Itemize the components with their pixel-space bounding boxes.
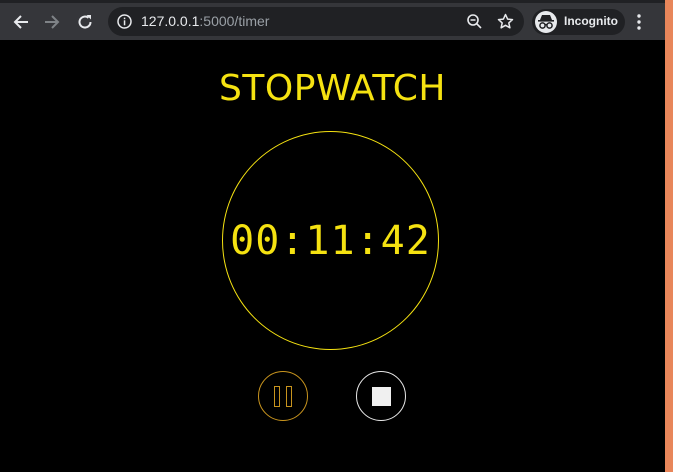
pause-button[interactable] [258, 371, 308, 421]
reload-icon [78, 15, 92, 29]
reload-button[interactable] [73, 10, 97, 34]
url-path: :5000/timer [199, 13, 270, 29]
browser-toolbar: 127.0.0.1:5000/timer Incognito [0, 0, 665, 40]
browser-window: 127.0.0.1:5000/timer Incognito STOPWATCH… [0, 0, 665, 472]
forward-button[interactable] [40, 10, 64, 34]
back-arrow-icon [13, 15, 28, 29]
elapsed-time-display: 00:11:42 [230, 218, 431, 264]
forward-arrow-icon [45, 15, 60, 29]
address-bar[interactable]: 127.0.0.1:5000/timer [108, 7, 524, 36]
kebab-menu-icon [637, 14, 641, 30]
url-text[interactable]: 127.0.0.1:5000/timer [141, 13, 269, 29]
incognito-icon [535, 11, 557, 33]
browser-menu-button[interactable] [636, 13, 642, 36]
profile-label: Incognito [564, 14, 618, 28]
back-button[interactable] [9, 10, 33, 34]
star-icon[interactable] [497, 13, 514, 30]
incognito-profile-button[interactable]: Incognito [532, 9, 625, 35]
stop-icon [372, 387, 391, 406]
zoom-out-icon[interactable] [466, 13, 483, 30]
page-title: STOPWATCH [219, 68, 446, 109]
url-host: 127.0.0.1 [141, 13, 200, 29]
info-icon[interactable] [117, 14, 132, 29]
stop-button[interactable] [356, 371, 406, 421]
